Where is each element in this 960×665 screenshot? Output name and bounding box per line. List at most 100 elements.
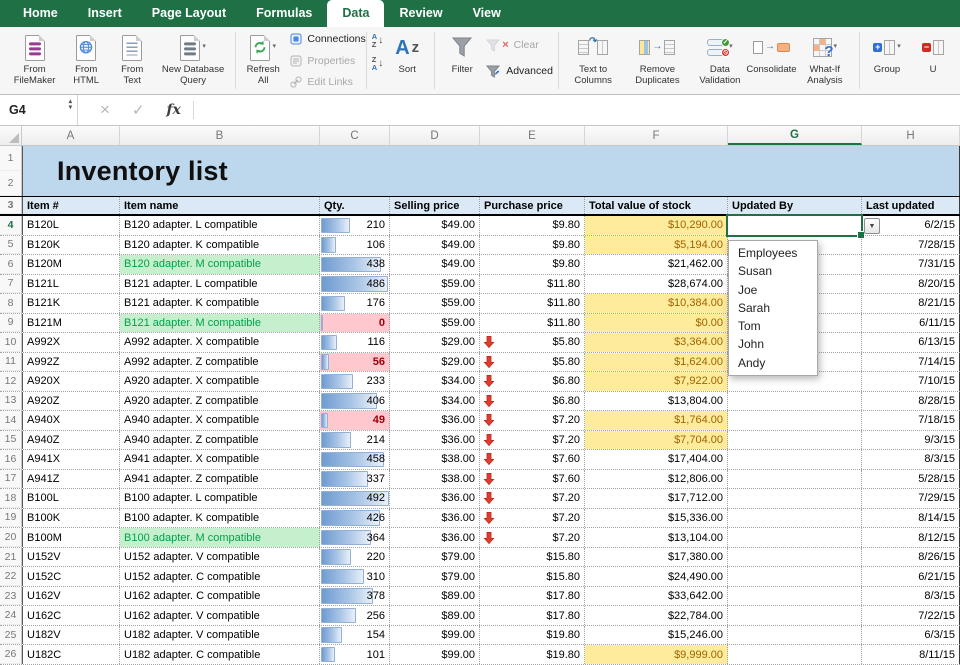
cell-qty[interactable]: 438 bbox=[320, 255, 390, 274]
cell-last-updated[interactable]: 8/26/15 bbox=[862, 548, 960, 567]
row-number[interactable]: 12 bbox=[0, 372, 22, 391]
cell-qty[interactable]: 176 bbox=[320, 294, 390, 313]
cell-item-number[interactable]: A920X bbox=[22, 372, 120, 391]
cell-last-updated[interactable]: 8/20/15 bbox=[862, 275, 960, 294]
ribbon-tab-review[interactable]: Review bbox=[384, 0, 457, 27]
cell-qty[interactable]: 49 bbox=[320, 411, 390, 430]
cell-item-name[interactable]: B121 adapter. K compatible bbox=[120, 294, 320, 313]
row-number[interactable]: 20 bbox=[0, 528, 22, 547]
cell-purchase-price[interactable]: $9.80 bbox=[480, 255, 585, 274]
row-number[interactable]: 13 bbox=[0, 392, 22, 411]
remove-duplicates-button[interactable]: → Remove Duplicates bbox=[624, 31, 690, 87]
cell-item-name[interactable]: B100 adapter. M compatible bbox=[120, 528, 320, 547]
select-all-corner[interactable] bbox=[0, 126, 22, 145]
cell-qty[interactable]: 337 bbox=[320, 470, 390, 489]
column-header-F[interactable]: F bbox=[585, 126, 728, 145]
cell-selling-price[interactable]: $49.00 bbox=[390, 255, 480, 274]
cell-item-number[interactable]: B120M bbox=[22, 255, 120, 274]
insert-function-icon[interactable]: fx bbox=[167, 102, 181, 118]
cell-selling-price[interactable]: $79.00 bbox=[390, 567, 480, 586]
row-number[interactable]: 2 bbox=[0, 171, 21, 196]
cell-item-number[interactable]: B120L bbox=[22, 216, 120, 235]
cell-item-name[interactable]: U162 adapter. C compatible bbox=[120, 587, 320, 606]
dropdown-option-susan[interactable]: Susan bbox=[729, 262, 817, 280]
cell-purchase-price[interactable]: $7.20 bbox=[480, 528, 585, 547]
row-number[interactable]: 22 bbox=[0, 567, 22, 586]
cell-purchase-price[interactable]: $5.80 bbox=[480, 353, 585, 372]
cell-purchase-price[interactable]: $17.80 bbox=[480, 587, 585, 606]
cell-item-number[interactable]: U152C bbox=[22, 567, 120, 586]
header-item-name[interactable]: Item name bbox=[120, 197, 320, 214]
row-number[interactable]: 8 bbox=[0, 294, 22, 313]
cell-selling-price[interactable]: $36.00 bbox=[390, 509, 480, 528]
cell-item-name[interactable]: U182 adapter. C compatible bbox=[120, 645, 320, 664]
group-button[interactable]: + ▾ Group bbox=[865, 31, 909, 77]
row-number[interactable]: 15 bbox=[0, 431, 22, 450]
cell-item-number[interactable]: B100M bbox=[22, 528, 120, 547]
cell-item-number[interactable]: B121L bbox=[22, 275, 120, 294]
cell-item-name[interactable]: B120 adapter. M compatible bbox=[120, 255, 320, 274]
row-number[interactable]: 19 bbox=[0, 509, 22, 528]
cell-updated-by[interactable] bbox=[728, 567, 862, 586]
header-total-value[interactable]: Total value of stock bbox=[585, 197, 728, 214]
cancel-icon[interactable]: × bbox=[100, 100, 110, 120]
cell-item-number[interactable]: B100L bbox=[22, 489, 120, 508]
row-number[interactable]: 21 bbox=[0, 548, 22, 567]
connections-button[interactable]: Connections bbox=[290, 29, 365, 49]
cell-last-updated[interactable]: 5/28/15 bbox=[862, 470, 960, 489]
header-purchase-price[interactable]: Purchase price bbox=[480, 197, 585, 214]
row-number[interactable]: 10 bbox=[0, 333, 22, 352]
cell-selling-price[interactable]: $49.00 bbox=[390, 236, 480, 255]
dropdown-option-sarah[interactable]: Sarah bbox=[729, 299, 817, 317]
cell-updated-by[interactable] bbox=[728, 509, 862, 528]
cell-updated-by[interactable] bbox=[728, 450, 862, 469]
cell-item-name[interactable]: A920 adapter. X compatible bbox=[120, 372, 320, 391]
cell-selling-price[interactable]: $79.00 bbox=[390, 548, 480, 567]
cell-purchase-price[interactable]: $19.80 bbox=[480, 626, 585, 645]
cell-item-name[interactable]: U162 adapter. V compatible bbox=[120, 606, 320, 625]
row-number[interactable]: 9 bbox=[0, 314, 22, 333]
consolidate-button[interactable]: → Consolidate bbox=[749, 31, 793, 77]
cell-item-number[interactable]: B121K bbox=[22, 294, 120, 313]
cell-total-value[interactable]: $5,194.00 bbox=[585, 236, 728, 255]
cell-item-number[interactable]: U162C bbox=[22, 606, 120, 625]
cell-item-number[interactable]: A940X bbox=[22, 411, 120, 430]
cell-total-value[interactable]: $10,384.00 bbox=[585, 294, 728, 313]
cell-last-updated[interactable]: 6/3/15 bbox=[862, 626, 960, 645]
cell-selling-price[interactable]: $59.00 bbox=[390, 275, 480, 294]
cell-total-value[interactable]: $1,764.00 bbox=[585, 411, 728, 430]
cell-item-name[interactable]: A940 adapter. X compatible bbox=[120, 411, 320, 430]
cell-purchase-price[interactable]: $7.20 bbox=[480, 431, 585, 450]
cell-qty[interactable]: 0 bbox=[320, 314, 390, 333]
cell-total-value[interactable]: $10,290.00 bbox=[585, 216, 728, 235]
cell-total-value[interactable]: $3,364.00 bbox=[585, 333, 728, 352]
cell-qty[interactable]: 486 bbox=[320, 275, 390, 294]
cell-last-updated[interactable]: 7/31/15 bbox=[862, 255, 960, 274]
row-number[interactable]: 24 bbox=[0, 606, 22, 625]
properties-button[interactable]: Properties bbox=[290, 51, 355, 71]
cell-selling-price[interactable]: $59.00 bbox=[390, 314, 480, 333]
enter-check-icon[interactable]: ✓ bbox=[132, 101, 145, 119]
cell-item-name[interactable]: U152 adapter. C compatible bbox=[120, 567, 320, 586]
cell-purchase-price[interactable]: $9.80 bbox=[480, 236, 585, 255]
header-last-updated[interactable]: Last updated bbox=[862, 197, 960, 214]
column-header-H[interactable]: H bbox=[862, 126, 960, 145]
cell-qty[interactable]: 458 bbox=[320, 450, 390, 469]
cell-purchase-price[interactable]: $11.80 bbox=[480, 275, 585, 294]
cell-item-number[interactable]: A941X bbox=[22, 450, 120, 469]
row-number[interactable]: 1 bbox=[0, 146, 21, 171]
sort-ascending-button[interactable]: AZ↓ bbox=[372, 33, 383, 48]
column-header-A[interactable]: A bbox=[22, 126, 120, 145]
name-box-stepper[interactable]: ▴▾ bbox=[69, 99, 72, 111]
cell-selling-price[interactable]: $34.00 bbox=[390, 392, 480, 411]
cell-purchase-price[interactable]: $9.80 bbox=[480, 216, 585, 235]
what-if-analysis-button[interactable]: ? ▾ What-If Analysis bbox=[796, 31, 854, 87]
from-html-button[interactable]: From HTML bbox=[64, 31, 108, 87]
cell-total-value[interactable]: $24,490.00 bbox=[585, 567, 728, 586]
cell-total-value[interactable]: $15,336.00 bbox=[585, 509, 728, 528]
cell-qty[interactable]: 492 bbox=[320, 489, 390, 508]
cell-total-value[interactable]: $13,104.00 bbox=[585, 528, 728, 547]
sort-descending-button[interactable]: ZA↓ bbox=[372, 56, 383, 71]
formula-input[interactable] bbox=[194, 95, 960, 125]
cell-updated-by[interactable] bbox=[728, 528, 862, 547]
